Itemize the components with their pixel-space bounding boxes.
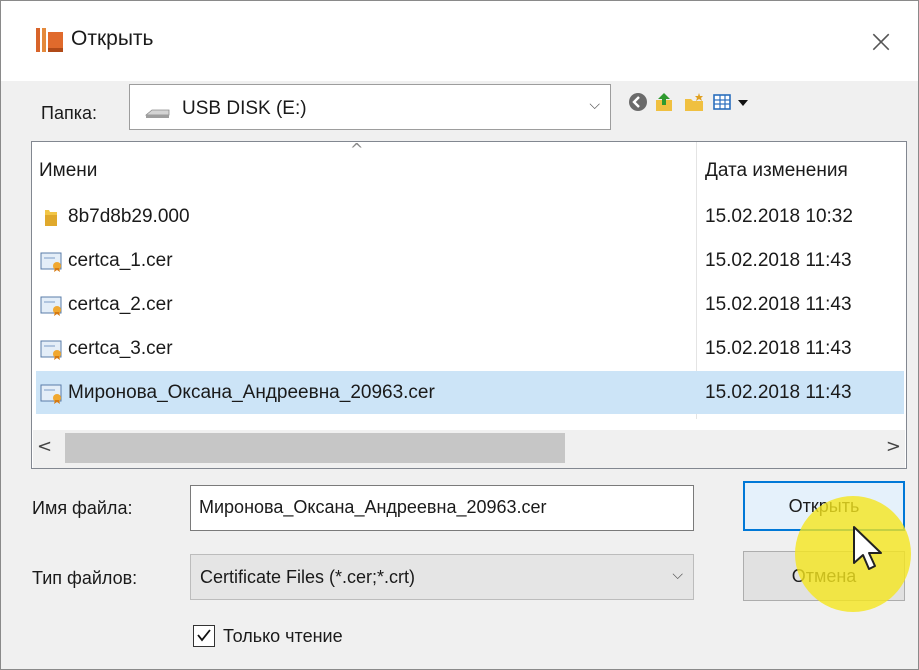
file-name: certca_1.cer xyxy=(68,250,173,271)
up-folder-icon[interactable] xyxy=(654,91,676,113)
horizontal-scrollbar[interactable]: < > xyxy=(33,430,905,468)
certificate-icon xyxy=(40,296,62,316)
file-name: certca_3.cer xyxy=(68,338,173,359)
folder-select[interactable]: USB DISK (E:) ⌵ xyxy=(129,84,611,130)
list-item[interactable]: certca_1.cer 15.02.2018 11:43 xyxy=(32,239,906,282)
sort-indicator-icon: ^ xyxy=(350,140,364,159)
file-date: 15.02.2018 11:43 xyxy=(705,382,852,403)
view-menu-icon[interactable] xyxy=(712,91,734,113)
open-file-dialog: Открыть × Папка: USB DISK (E:) ⌵ ^ Имени… xyxy=(0,0,919,670)
column-header-name[interactable]: Имени xyxy=(39,160,97,182)
file-name: Миронова_Оксана_Андреевна_20963.cer xyxy=(68,382,435,403)
filetype-label: Тип файлов: xyxy=(32,568,138,588)
readonly-checkbox[interactable] xyxy=(193,625,215,647)
folder-value: USB DISK (E:) xyxy=(182,98,307,119)
list-item-selected[interactable]: Миронова_Оксана_Андреевна_20963.cer 15.0… xyxy=(32,371,906,414)
back-icon[interactable] xyxy=(627,91,649,113)
mouse-pointer-icon xyxy=(853,526,882,570)
window-title: Открыть xyxy=(71,27,154,50)
folder-icon xyxy=(45,210,57,226)
chevron-down-icon[interactable] xyxy=(736,91,750,113)
checkmark-icon xyxy=(197,629,211,642)
readonly-label[interactable]: Только чтение xyxy=(223,626,343,647)
file-date: 15.02.2018 10:32 xyxy=(705,206,853,227)
file-list[interactable]: ^ Имени Дата изменения 8b7d8b29.000 15.0… xyxy=(31,140,907,469)
usb-drive-icon xyxy=(144,109,170,118)
certificate-icon xyxy=(40,384,62,404)
list-item[interactable]: certca_3.cer 15.02.2018 11:43 xyxy=(32,327,906,370)
file-name: 8b7d8b29.000 xyxy=(68,206,190,227)
app-icon xyxy=(36,28,63,52)
file-date: 15.02.2018 11:43 xyxy=(705,294,852,315)
file-date: 15.02.2018 11:43 xyxy=(705,250,852,271)
scroll-right-icon[interactable]: > xyxy=(886,436,901,457)
file-name: certca_2.cer xyxy=(68,294,173,315)
title-bar: Открыть × xyxy=(1,1,918,81)
file-date: 15.02.2018 11:43 xyxy=(705,338,852,359)
list-item[interactable]: certca_2.cer 15.02.2018 11:43 xyxy=(32,283,906,326)
filetype-value: Certificate Files (*.cer;*.crt) xyxy=(200,567,416,587)
certificate-icon xyxy=(40,252,62,272)
folder-label: Папка: xyxy=(41,103,97,123)
new-folder-icon[interactable] xyxy=(683,91,705,113)
close-button[interactable]: × xyxy=(856,18,906,64)
chevron-down-icon[interactable]: ⌵ xyxy=(672,567,683,583)
scroll-left-icon[interactable]: < xyxy=(37,436,52,457)
filename-field[interactable] xyxy=(190,485,694,531)
filename-input[interactable] xyxy=(199,497,679,518)
filename-label: Имя файла: xyxy=(32,498,133,518)
list-item[interactable]: 8b7d8b29.000 15.02.2018 10:32 xyxy=(32,195,906,238)
certificate-icon xyxy=(40,340,62,360)
scrollbar-thumb[interactable] xyxy=(65,433,565,463)
chevron-down-icon[interactable]: ⌵ xyxy=(589,97,600,113)
filetype-select[interactable]: Certificate Files (*.cer;*.crt) ⌵ xyxy=(190,554,694,600)
column-header-date[interactable]: Дата изменения xyxy=(705,160,848,182)
